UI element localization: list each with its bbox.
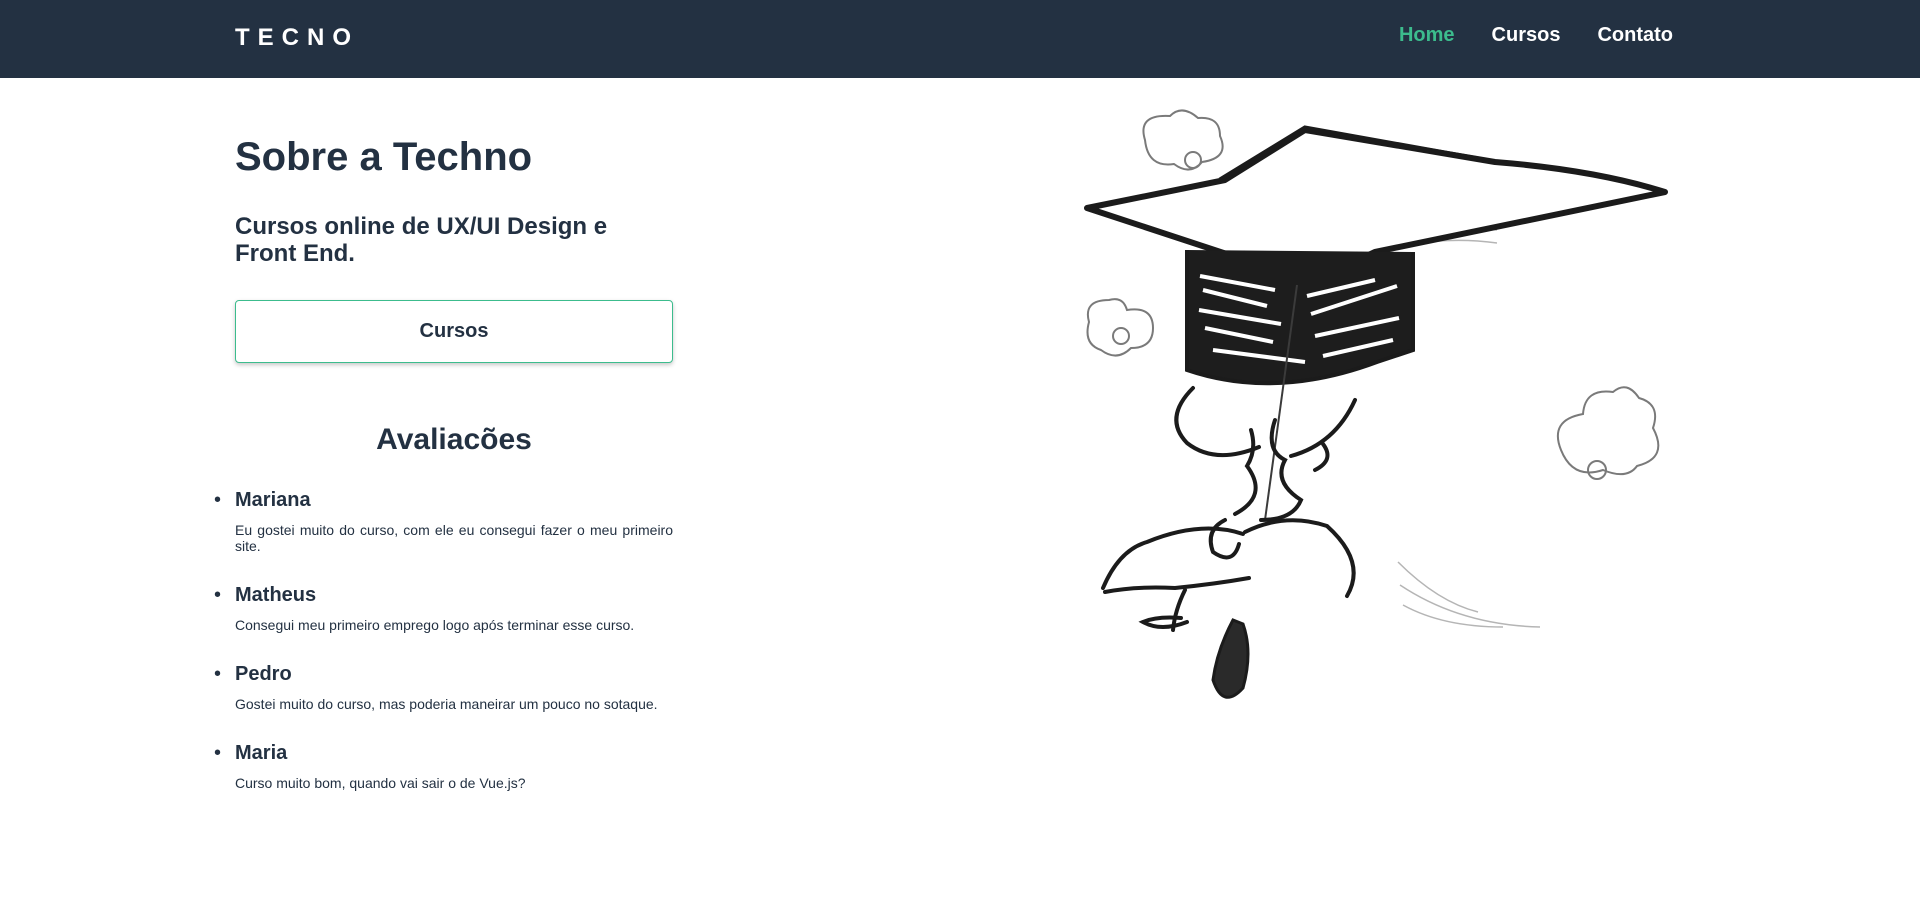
review-item: Matheus Consegui meu primeiro emprego lo…	[214, 583, 673, 633]
cloud-icon	[1086, 298, 1155, 357]
reviews-title: Avaliacões	[376, 422, 532, 456]
tassel	[1211, 618, 1250, 699]
review-text: Curso muito bom, quando vai sair o de Vu…	[235, 774, 526, 791]
motion-lines	[1396, 184, 1556, 628]
review-text: Consegui meu primeiro emprego logo após …	[235, 616, 635, 633]
review-item: Pedro Gostei muito do curso, mas poderia…	[214, 662, 673, 712]
review-text: Gostei muito do curso, mas poderia manei…	[235, 695, 658, 712]
nav-link-home[interactable]: Home	[1399, 24, 1455, 46]
navbar: TECNO Home Cursos Contato	[0, 0, 1920, 78]
cloud-icon	[1556, 386, 1660, 480]
cursos-button[interactable]: Cursos	[235, 299, 673, 363]
nav-link-contato[interactable]: Contato	[1597, 24, 1673, 46]
graduation-cap	[1084, 125, 1668, 521]
review-author: Pedro	[235, 662, 292, 685]
reviews-list: Mariana Eu gostei muito do curso, com el…	[214, 488, 673, 791]
nav-link-cursos[interactable]: Cursos	[1492, 24, 1561, 46]
review-item: Maria Curso muito bom, quando vai sair o…	[214, 741, 673, 791]
review-author: Matheus	[235, 583, 317, 606]
nav-item-home: Home	[1399, 24, 1455, 47]
review-text: Eu gostei muito do curso, com ele eu con…	[235, 521, 673, 554]
nav-menu: Home Cursos Contato	[1399, 24, 1673, 47]
graduation-illustration	[1084, 109, 1668, 699]
main-content: Sobre a Techno Cursos online de UX/UI De…	[214, 78, 673, 821]
review-author: Mariana	[235, 488, 311, 511]
cloud-icon	[1142, 109, 1224, 171]
review-author: Maria	[235, 741, 288, 764]
student-figure	[1101, 386, 1357, 632]
logo[interactable]: TECNO	[235, 24, 359, 52]
review-item: Mariana Eu gostei muito do curso, com el…	[214, 488, 673, 554]
page-subtitle: Cursos online de UX/UI Design e Front En…	[235, 213, 608, 267]
nav-item-contato: Contato	[1597, 24, 1673, 47]
page-title: Sobre a Techno	[235, 135, 533, 179]
nav-item-cursos: Cursos	[1492, 24, 1561, 47]
